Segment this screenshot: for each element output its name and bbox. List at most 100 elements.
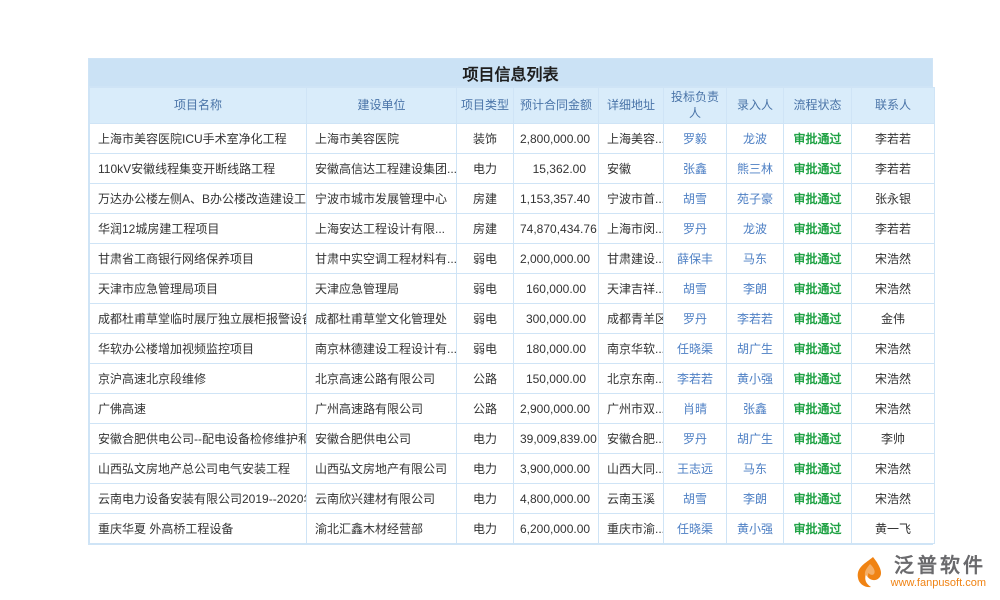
column-header-unit: 建设单位 bbox=[307, 88, 457, 124]
table-row: 天津市应急管理局项目天津应急管理局弱电160,000.00天津吉祥...胡雪李朗… bbox=[90, 274, 935, 304]
column-header-status: 流程状态 bbox=[784, 88, 852, 124]
fanpu-logo-icon bbox=[852, 556, 884, 588]
cell-recorder[interactable]: 苑子豪 bbox=[727, 184, 784, 214]
table-body: 上海市美容医院ICU手术室净化工程上海市美容医院装饰2,800,000.00上海… bbox=[90, 124, 935, 544]
cell-unit: 宁波市城市发展管理中心 bbox=[307, 184, 457, 214]
cell-bidder[interactable]: 张鑫 bbox=[664, 154, 727, 184]
brand-footer: 泛普软件 www.fanpusoft.com bbox=[852, 555, 986, 590]
column-header-address: 详细地址 bbox=[599, 88, 664, 124]
cell-recorder[interactable]: 胡广生 bbox=[727, 424, 784, 454]
cell-bidder[interactable]: 李若若 bbox=[664, 364, 727, 394]
cell-address: 甘肃建设... bbox=[599, 244, 664, 274]
cell-recorder[interactable]: 马东 bbox=[727, 244, 784, 274]
cell-type: 公路 bbox=[457, 394, 514, 424]
cell-status[interactable]: 审批通过 bbox=[784, 124, 852, 154]
cell-bidder[interactable]: 罗毅 bbox=[664, 124, 727, 154]
cell-amount: 2,800,000.00 bbox=[514, 124, 599, 154]
cell-bidder[interactable]: 胡雪 bbox=[664, 484, 727, 514]
cell-contact: 宋浩然 bbox=[852, 394, 935, 424]
table-row: 万达办公楼左侧A、B办公楼改造建设工程宁波市城市发展管理中心房建1,153,35… bbox=[90, 184, 935, 214]
cell-address: 山西大同... bbox=[599, 454, 664, 484]
cell-bidder[interactable]: 胡雪 bbox=[664, 184, 727, 214]
cell-status[interactable]: 审批通过 bbox=[784, 304, 852, 334]
cell-unit: 成都杜甫草堂文化管理处 bbox=[307, 304, 457, 334]
cell-recorder[interactable]: 张鑫 bbox=[727, 394, 784, 424]
cell-unit: 安徽高信达工程建设集团... bbox=[307, 154, 457, 184]
column-header-contact: 联系人 bbox=[852, 88, 935, 124]
cell-unit: 云南欣兴建材有限公司 bbox=[307, 484, 457, 514]
table-row: 110kV安徽线程集变开断线路工程安徽高信达工程建设集团...电力15,362.… bbox=[90, 154, 935, 184]
cell-unit: 上海安达工程设计有限... bbox=[307, 214, 457, 244]
cell-recorder[interactable]: 李若若 bbox=[727, 304, 784, 334]
cell-bidder[interactable]: 罗丹 bbox=[664, 214, 727, 244]
cell-bidder[interactable]: 胡雪 bbox=[664, 274, 727, 304]
cell-unit: 安徽合肥供电公司 bbox=[307, 424, 457, 454]
cell-status[interactable]: 审批通过 bbox=[784, 454, 852, 484]
cell-name: 华润12城房建工程项目 bbox=[90, 214, 307, 244]
cell-contact: 张永银 bbox=[852, 184, 935, 214]
cell-recorder[interactable]: 黄小强 bbox=[727, 514, 784, 544]
cell-status[interactable]: 审批通过 bbox=[784, 214, 852, 244]
cell-type: 电力 bbox=[457, 484, 514, 514]
project-table: 项目名称建设单位项目类型预计合同金额详细地址投标负责人录入人流程状态联系人 上海… bbox=[89, 87, 935, 544]
table-header-row: 项目名称建设单位项目类型预计合同金额详细地址投标负责人录入人流程状态联系人 bbox=[90, 88, 935, 124]
cell-status[interactable]: 审批通过 bbox=[784, 514, 852, 544]
cell-recorder[interactable]: 李朗 bbox=[727, 274, 784, 304]
cell-status[interactable]: 审批通过 bbox=[784, 154, 852, 184]
cell-bidder[interactable]: 薛保丰 bbox=[664, 244, 727, 274]
cell-address: 安徽 bbox=[599, 154, 664, 184]
cell-status[interactable]: 审批通过 bbox=[784, 184, 852, 214]
cell-contact: 金伟 bbox=[852, 304, 935, 334]
cell-recorder[interactable]: 龙波 bbox=[727, 214, 784, 244]
cell-status[interactable]: 审批通过 bbox=[784, 334, 852, 364]
cell-recorder[interactable]: 熊三林 bbox=[727, 154, 784, 184]
cell-name: 110kV安徽线程集变开断线路工程 bbox=[90, 154, 307, 184]
cell-recorder[interactable]: 龙波 bbox=[727, 124, 784, 154]
cell-address: 上海市闵... bbox=[599, 214, 664, 244]
cell-unit: 甘肃中实空调工程材料有... bbox=[307, 244, 457, 274]
cell-bidder[interactable]: 肖晴 bbox=[664, 394, 727, 424]
column-header-amount: 预计合同金额 bbox=[514, 88, 599, 124]
table-row: 成都杜甫草堂临时展厅独立展柜报警设备...成都杜甫草堂文化管理处弱电300,00… bbox=[90, 304, 935, 334]
cell-recorder[interactable]: 胡广生 bbox=[727, 334, 784, 364]
cell-bidder[interactable]: 罗丹 bbox=[664, 304, 727, 334]
cell-address: 宁波市首... bbox=[599, 184, 664, 214]
cell-amount: 74,870,434.76 bbox=[514, 214, 599, 244]
cell-address: 安徽合肥... bbox=[599, 424, 664, 454]
project-list-panel: 项目信息列表 项目名称建设单位项目类型预计合同金额详细地址投标负责人录入人流程状… bbox=[88, 58, 933, 545]
cell-status[interactable]: 审批通过 bbox=[784, 244, 852, 274]
cell-status[interactable]: 审批通过 bbox=[784, 364, 852, 394]
cell-status[interactable]: 审批通过 bbox=[784, 274, 852, 304]
cell-amount: 3,900,000.00 bbox=[514, 454, 599, 484]
cell-contact: 李若若 bbox=[852, 214, 935, 244]
cell-address: 重庆市渝... bbox=[599, 514, 664, 544]
cell-bidder[interactable]: 罗丹 bbox=[664, 424, 727, 454]
cell-name: 上海市美容医院ICU手术室净化工程 bbox=[90, 124, 307, 154]
table-row: 京沪高速北京段维修北京高速公路有限公司公路150,000.00北京东南...李若… bbox=[90, 364, 935, 394]
cell-contact: 李若若 bbox=[852, 154, 935, 184]
cell-contact: 宋浩然 bbox=[852, 274, 935, 304]
table-row: 华润12城房建工程项目上海安达工程设计有限...房建74,870,434.76上… bbox=[90, 214, 935, 244]
cell-address: 上海美容... bbox=[599, 124, 664, 154]
cell-type: 公路 bbox=[457, 364, 514, 394]
cell-contact: 宋浩然 bbox=[852, 364, 935, 394]
cell-bidder[interactable]: 任晓渠 bbox=[664, 514, 727, 544]
cell-address: 北京东南... bbox=[599, 364, 664, 394]
table-row: 华软办公楼增加视频监控项目南京林德建设工程设计有...弱电180,000.00南… bbox=[90, 334, 935, 364]
cell-type: 电力 bbox=[457, 454, 514, 484]
table-row: 重庆华夏 外高桥工程设备渝北汇鑫木材经营部电力6,200,000.00重庆市渝.… bbox=[90, 514, 935, 544]
cell-bidder[interactable]: 任晓渠 bbox=[664, 334, 727, 364]
brand-url[interactable]: www.fanpusoft.com bbox=[891, 577, 986, 590]
cell-unit: 北京高速公路有限公司 bbox=[307, 364, 457, 394]
cell-status[interactable]: 审批通过 bbox=[784, 424, 852, 454]
table-row: 广佛高速广州高速路有限公司公路2,900,000.00广州市双...肖晴张鑫审批… bbox=[90, 394, 935, 424]
cell-status[interactable]: 审批通过 bbox=[784, 484, 852, 514]
table-row: 上海市美容医院ICU手术室净化工程上海市美容医院装饰2,800,000.00上海… bbox=[90, 124, 935, 154]
cell-recorder[interactable]: 黄小强 bbox=[727, 364, 784, 394]
cell-status[interactable]: 审批通过 bbox=[784, 394, 852, 424]
table-row: 云南电力设备安装有限公司2019--2020年...云南欣兴建材有限公司电力4,… bbox=[90, 484, 935, 514]
cell-recorder[interactable]: 马东 bbox=[727, 454, 784, 484]
cell-type: 电力 bbox=[457, 154, 514, 184]
cell-bidder[interactable]: 王志远 bbox=[664, 454, 727, 484]
cell-recorder[interactable]: 李朗 bbox=[727, 484, 784, 514]
